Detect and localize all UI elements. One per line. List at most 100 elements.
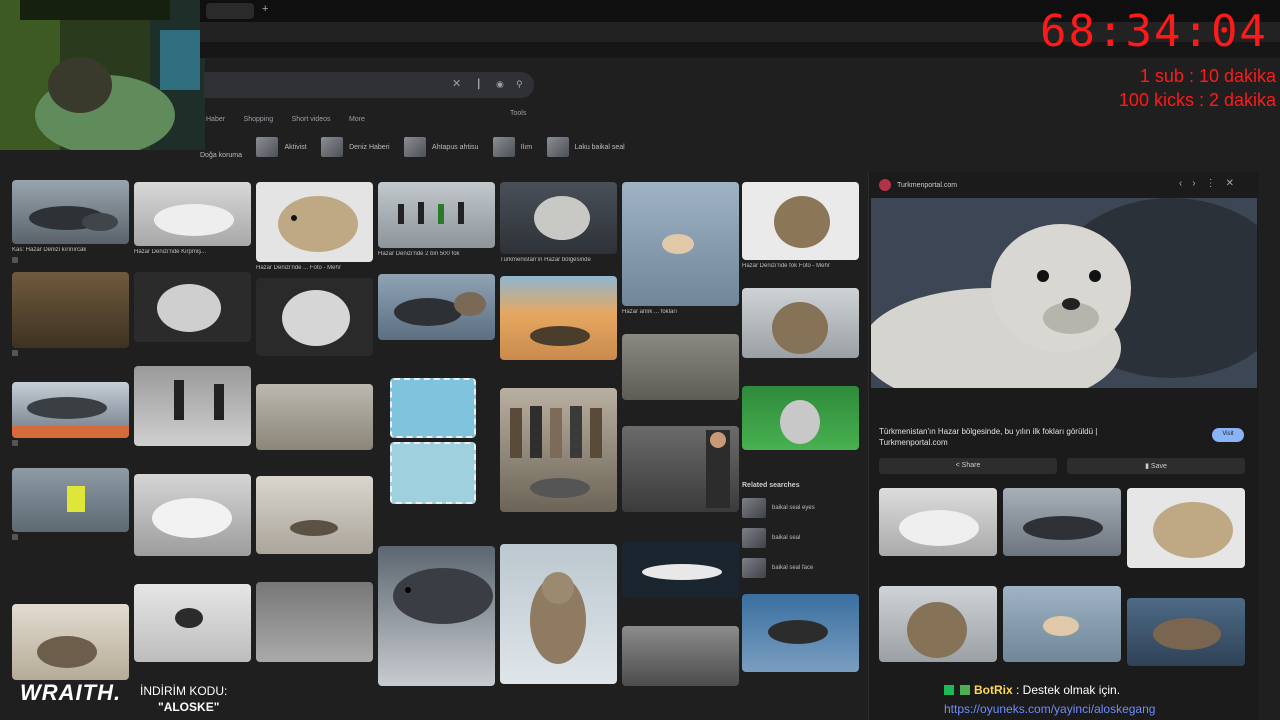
search-input[interactable]: ✕ ┃ ◉ ⚲ <box>204 72 534 98</box>
timer-rule: 100 kicks : 2 dakika <box>1118 90 1276 110</box>
image-result[interactable] <box>256 278 373 356</box>
image-result[interactable]: Hazar Denizi'nde 2 bin 500 fok <box>378 182 495 259</box>
related-search-item[interactable]: baikal seal eyes <box>742 497 859 519</box>
image-result[interactable] <box>256 582 373 662</box>
filter-shopping[interactable]: Shopping <box>244 116 274 123</box>
image-result[interactable] <box>256 384 373 450</box>
result-thumbnail <box>622 626 739 686</box>
filter-short-videos[interactable]: Short videos <box>292 116 331 123</box>
promo-code-label: İNDİRİM KODU: <box>140 684 228 698</box>
similar-image[interactable] <box>879 488 997 556</box>
chip-ahtisu[interactable]: Ahtapus ahtisu <box>404 136 478 158</box>
image-result[interactable] <box>134 366 251 446</box>
result-thumbnail <box>1003 586 1121 662</box>
chip-ilim[interactable]: Ilım <box>492 136 533 158</box>
chip-aktivist[interactable]: Aktivist <box>256 136 307 158</box>
visit-button[interactable]: Visit <box>1212 428 1244 442</box>
image-result[interactable] <box>622 542 739 598</box>
refinement-chips: Doğa koruma Aktivist Deniz Haberi Ahtapu… <box>200 136 635 159</box>
chip-thumbnail <box>404 137 427 157</box>
image-result[interactable] <box>622 426 739 512</box>
url-text <box>210 28 1040 35</box>
image-result[interactable] <box>134 474 251 556</box>
image-result[interactable]: Hazar Denizi'nde Kirpmiş... <box>134 182 251 257</box>
chat-bot-message: BotRix : Destek olmak için. <box>944 683 1120 697</box>
filter-news[interactable]: Haber <box>206 116 225 123</box>
result-thumbnail <box>134 182 251 246</box>
share-button[interactable]: < Share <box>879 458 1057 474</box>
timer-rule: 1 sub : 10 dakika <box>1139 66 1276 86</box>
preview-image[interactable] <box>871 198 1257 388</box>
image-result[interactable] <box>742 594 859 672</box>
chevron-right-icon[interactable]: › <box>1192 178 1205 189</box>
chip-label: Ilım <box>520 143 533 151</box>
image-result[interactable] <box>500 544 617 684</box>
chevron-left-icon[interactable]: ‹ <box>1179 178 1192 189</box>
promo-code: "ALOSKE" <box>158 700 220 714</box>
tools-button[interactable]: Tools <box>510 110 526 117</box>
image-result[interactable] <box>12 604 129 680</box>
subathon-timer: 68:34:04 <box>1040 6 1268 57</box>
image-result[interactable] <box>378 546 495 686</box>
result-thumbnail <box>378 274 495 340</box>
image-result[interactable]: Türkmenistan'ın Hazar bölgesinde <box>500 182 617 265</box>
microphone-icon[interactable]: ┃ <box>476 79 481 90</box>
filter-more[interactable]: More <box>349 116 365 123</box>
image-result[interactable] <box>134 584 251 662</box>
image-result[interactable]: Hazar Denizi'nde fok Foto - Mehr <box>742 182 859 271</box>
result-thumbnail <box>742 386 859 450</box>
image-result[interactable] <box>12 272 129 357</box>
image-result[interactable] <box>134 272 251 342</box>
image-result[interactable] <box>742 386 859 450</box>
new-tab-button[interactable]: + <box>262 3 268 15</box>
image-result[interactable] <box>12 382 129 447</box>
panel-source[interactable]: Turkmenportal.com <box>879 178 957 192</box>
chip-thumbnail <box>492 137 515 157</box>
related-searches-title: Related searches <box>742 482 800 489</box>
share-label: Share <box>961 462 981 469</box>
image-result[interactable] <box>378 442 495 504</box>
image-result[interactable] <box>500 276 617 360</box>
image-result[interactable]: Hazar Denizi'nde ... Foto - Mehr <box>256 182 373 273</box>
chip-deniz-haberi[interactable]: Deniz Haberi <box>321 136 390 158</box>
image-result[interactable] <box>378 274 495 340</box>
save-button[interactable]: ▮ Save <box>1067 458 1245 474</box>
chip-baikal-seal[interactable]: Laku baikal seal <box>546 136 625 158</box>
panel-title[interactable]: Türkmenistan'ın Hazar bölgesinde, bu yıl… <box>879 426 1159 448</box>
close-icon[interactable]: ✕ <box>1226 178 1244 189</box>
browser-tab[interactable] <box>206 3 254 19</box>
image-result[interactable] <box>256 476 373 554</box>
image-result[interactable] <box>378 378 495 438</box>
similar-image[interactable] <box>1003 488 1121 556</box>
chip-thumbnail <box>256 137 279 157</box>
donation-link[interactable]: https://oyuneks.com/yayinci/aloskegang <box>944 702 1155 716</box>
result-thumbnail <box>622 182 739 306</box>
panel-source-name: Turkmenportal.com <box>897 181 958 189</box>
similar-image[interactable] <box>1127 598 1245 666</box>
related-search-item[interactable]: baikal seal face <box>742 557 859 579</box>
image-result[interactable] <box>500 388 617 512</box>
result-thumbnail <box>500 182 617 254</box>
result-caption: Hazar anlık ... fokları <box>622 309 678 315</box>
result-thumbnail <box>256 182 373 262</box>
result-thumbnail <box>378 546 495 686</box>
result-source <box>12 534 129 541</box>
image-result[interactable] <box>12 468 129 541</box>
related-search-item[interactable]: baikal seal <box>742 527 859 549</box>
close-icon[interactable]: ✕ <box>452 77 461 90</box>
chip-label: Doğa koruma <box>200 152 243 159</box>
result-thumbnail <box>742 594 859 672</box>
camera-icon[interactable]: ◉ <box>496 79 504 90</box>
image-result[interactable] <box>742 288 859 358</box>
search-icon[interactable]: ⚲ <box>516 79 523 90</box>
similar-image[interactable] <box>1127 488 1245 568</box>
result-caption: Hazar Denizi'nde fok Foto - Mehr <box>742 263 830 269</box>
similar-image[interactable] <box>879 586 997 662</box>
chip-doga-koruma[interactable]: Doğa koruma <box>200 145 242 167</box>
image-result[interactable] <box>622 334 739 400</box>
image-result[interactable]: Kas: Hazar Denizi kırınırcak <box>12 180 129 264</box>
more-icon[interactable]: ⋮ <box>1206 178 1226 189</box>
image-result[interactable]: Hazar anlık ... fokları <box>622 182 739 317</box>
similar-image[interactable] <box>1003 586 1121 662</box>
image-result[interactable] <box>622 626 739 686</box>
